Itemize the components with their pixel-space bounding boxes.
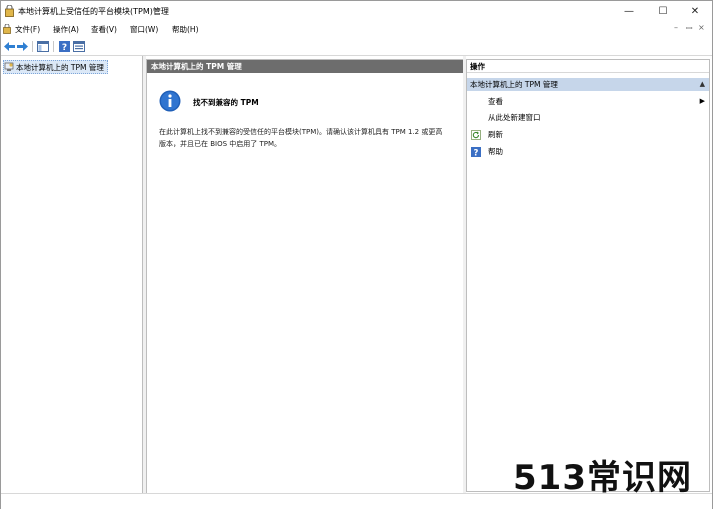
menu-window[interactable]: 窗口(W) — [130, 24, 158, 35]
mmc-view-icon — [73, 40, 85, 52]
info-icon — [159, 90, 181, 112]
show-hide-tree-icon — [37, 40, 49, 52]
tree-item-tpm-management[interactable]: 本地计算机上的 TPM 管理 — [3, 60, 108, 74]
menu-view[interactable]: 查看(V) — [91, 24, 117, 35]
show-hide-tree-button[interactable] — [37, 40, 49, 52]
window-title: 本地计算机上受信任的平台模块(TPM)管理 — [18, 7, 169, 16]
close-button[interactable]: ✕ — [678, 1, 712, 21]
action-label: 查看 — [488, 97, 503, 106]
svg-text:?: ? — [61, 43, 66, 52]
submenu-arrow-icon: ▶ — [699, 97, 705, 105]
child-minimize-button[interactable]: – — [674, 23, 678, 32]
collapse-icon[interactable]: ▲ — [700, 78, 705, 91]
info-title: 找不到兼容的 TPM — [193, 98, 259, 107]
action-label: 刷新 — [488, 130, 503, 139]
back-button[interactable] — [3, 40, 15, 52]
help-icon: ? — [58, 40, 70, 52]
toolbar-separator — [32, 41, 33, 52]
tree-item-label: 本地计算机上的 TPM 管理 — [16, 62, 104, 72]
action-help[interactable]: ? 帮助 — [467, 145, 709, 158]
info-description: 在此计算机上找不到兼容的受信任的平台模块(TPM)。请确认该计算机具有 TPM … — [159, 128, 443, 148]
forward-arrow-icon — [16, 41, 28, 51]
tpm-app-icon — [5, 5, 14, 17]
maximize-icon: ☐ — [658, 5, 668, 17]
help-button[interactable]: ? — [58, 40, 70, 52]
back-arrow-icon — [3, 41, 15, 51]
menu-bar: 文件(F) 操作(A) 查看(V) 窗口(W) 帮助(H) – ꟷ × — [1, 22, 712, 36]
help-icon: ? — [471, 147, 481, 157]
actions-pane: 操作 本地计算机上的 TPM 管理 ▲ 查看 ▶ 从此处新建窗口 刷新 ? 帮助 — [466, 59, 710, 492]
actions-section-label: 本地计算机上的 TPM 管理 — [470, 80, 558, 89]
result-pane: 本地计算机上的 TPM 管理 找不到兼容的 TPM 在此计算机上找不到兼容的受信… — [146, 59, 464, 494]
menu-file[interactable]: 文件(F) — [15, 24, 40, 35]
mmc-window: 本地计算机上受信任的平台模块(TPM)管理 — ☐ ✕ 文件(F) 操作(A) … — [0, 0, 713, 510]
console-tree-pane: 本地计算机上的 TPM 管理 — [1, 56, 143, 509]
mmc-view-button[interactable] — [73, 40, 85, 52]
forward-button[interactable] — [16, 40, 28, 52]
result-pane-header: 本地计算机上的 TPM 管理 — [147, 60, 463, 73]
close-icon: ✕ — [690, 5, 700, 17]
action-view[interactable]: 查看 ▶ — [467, 95, 709, 108]
action-new-window[interactable]: 从此处新建窗口 — [467, 111, 709, 124]
action-label: 帮助 — [488, 147, 503, 156]
menu-help[interactable]: 帮助(H) — [172, 24, 199, 35]
child-restore-button[interactable]: ꟷ — [686, 23, 693, 34]
title-bar[interactable]: 本地计算机上受信任的平台模块(TPM)管理 — ☐ ✕ — [1, 1, 712, 21]
svg-text:?: ? — [474, 148, 479, 157]
maximize-button[interactable]: ☐ — [646, 1, 680, 21]
menu-action[interactable]: 操作(A) — [53, 24, 79, 35]
actions-section-tpm[interactable]: 本地计算机上的 TPM 管理 ▲ — [467, 78, 709, 91]
child-close-button[interactable]: × — [698, 23, 705, 32]
minimize-icon: — — [624, 5, 634, 17]
toolbar-separator — [53, 41, 54, 52]
watermark-text: 513常识网 — [513, 458, 692, 498]
minimize-button[interactable]: — — [612, 1, 646, 21]
tpm-node-icon — [4, 62, 14, 71]
action-label: 从此处新建窗口 — [488, 113, 541, 122]
toolbar: ? — [1, 38, 712, 56]
system-menu-icon[interactable] — [3, 24, 11, 34]
refresh-icon — [471, 130, 481, 140]
action-refresh[interactable]: 刷新 — [467, 128, 709, 141]
actions-header: 操作 — [467, 60, 709, 73]
